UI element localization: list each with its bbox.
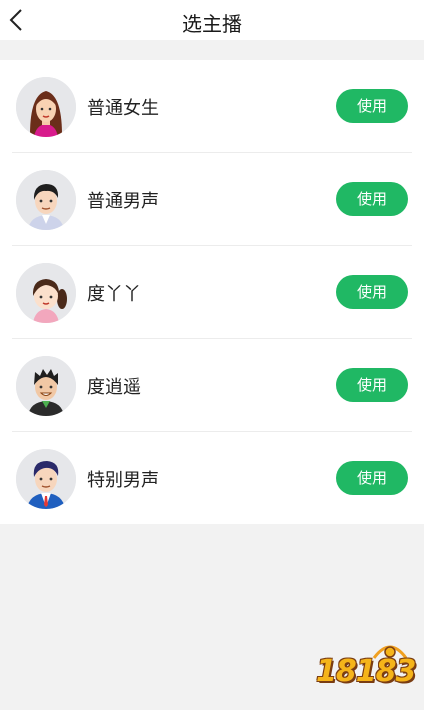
anchor-name: 度逍遥 — [87, 377, 141, 398]
page-title: 选主播 — [182, 12, 242, 36]
list-item: 特别男声 使用 — [12, 432, 412, 525]
list-item: 度丫丫 使用 — [12, 246, 412, 339]
use-button[interactable]: 使用 — [336, 275, 408, 309]
header-divider — [0, 40, 424, 60]
male-spiky-hair-avatar — [16, 356, 76, 416]
anchor-name: 普通男声 — [87, 191, 159, 212]
top-nav-bar: 选主播 — [0, 0, 424, 40]
anchor-name: 度丫丫 — [87, 284, 141, 305]
use-button[interactable]: 使用 — [336, 89, 408, 123]
watermark-logo: 18183 — [316, 638, 416, 698]
anchor-list: 普通女生 使用 普通男声 使用 度丫丫 使用 度逍遥 使用 特别男声 使用 — [0, 60, 424, 524]
male-suit-avatar — [16, 170, 76, 230]
use-button[interactable]: 使用 — [336, 182, 408, 216]
list-item: 度逍遥 使用 — [12, 339, 412, 432]
anchor-name: 特别男声 — [87, 470, 159, 491]
list-item: 普通男声 使用 — [12, 153, 412, 246]
girl-ponytail-avatar — [16, 263, 76, 323]
female-long-hair-avatar — [16, 77, 76, 137]
list-item: 普通女生 使用 — [12, 60, 412, 153]
watermark-text: 18183 — [316, 654, 416, 689]
use-button[interactable]: 使用 — [336, 461, 408, 495]
use-button[interactable]: 使用 — [336, 368, 408, 402]
male-blue-suit-avatar — [16, 449, 76, 509]
anchor-name: 普通女生 — [87, 98, 159, 119]
